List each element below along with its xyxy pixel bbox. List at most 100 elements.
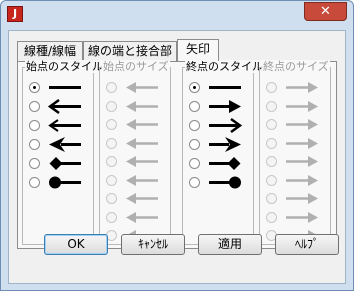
size-3-arrow-icon <box>282 116 322 133</box>
end-style-title: 終点のスタイル <box>185 60 264 73</box>
radio-button <box>266 119 277 130</box>
radio-button[interactable] <box>29 158 40 169</box>
radio-button <box>266 193 277 204</box>
radio-button[interactable] <box>29 177 40 188</box>
arrow-option-end-triangle-arrow[interactable] <box>187 97 251 116</box>
tab-line-type[interactable]: 線種/線幅 <box>17 41 83 61</box>
arrow-option-start-size-3 <box>104 115 168 134</box>
close-button[interactable]: ✕ <box>304 2 347 21</box>
arrow-option-end-stealth-arrow[interactable] <box>187 135 251 154</box>
radio-button <box>266 82 277 93</box>
arrow-option-start-diamond[interactable] <box>27 154 91 173</box>
radio-button[interactable] <box>29 120 40 131</box>
title-bar[interactable]: J ✕ <box>1 1 353 27</box>
round-arrow-icon <box>205 174 245 191</box>
size-5-arrow-icon <box>282 153 322 170</box>
radio-button[interactable] <box>189 177 200 188</box>
none-arrow-icon <box>45 79 85 96</box>
arrow-option-start-size-6 <box>104 171 168 190</box>
radio-button <box>266 156 277 167</box>
size-8-arrow-icon <box>122 209 162 226</box>
arrow-option-end-size-7 <box>264 189 328 208</box>
arrow-option-end-size-6 <box>264 171 328 190</box>
help-button[interactable]: ﾍﾙﾌﾟ <box>275 234 339 255</box>
arrow-option-start-stealth-arrow[interactable] <box>27 135 91 154</box>
arrow-option-end-size-1 <box>264 78 328 97</box>
apply-button[interactable]: 適用 <box>198 234 262 255</box>
tab-line-ends[interactable]: 線の端と接合部 <box>83 41 177 61</box>
dialog-client-area: 線種/線幅 線の端と接合部 矢印 始点のスタイル 始点のサイズ 終点のスタイル … <box>8 30 346 284</box>
radio-button <box>106 211 117 223</box>
arrow-option-start-open-arrow[interactable] <box>27 97 91 116</box>
arrow-option-end-size-2 <box>264 97 328 116</box>
size-6-arrow-icon <box>282 172 322 189</box>
size-1-arrow-icon <box>282 79 322 96</box>
arrow-option-end-open-arrow[interactable] <box>187 116 251 135</box>
arrow-option-end-round[interactable] <box>187 173 251 192</box>
radio-button <box>106 100 117 112</box>
size-4-arrow-icon <box>122 135 162 152</box>
size-2-arrow-icon <box>122 98 162 115</box>
radio-button <box>266 100 277 112</box>
radio-button[interactable] <box>189 82 200 93</box>
arrow-option-start-size-5 <box>104 152 168 171</box>
diamond-arrow-icon <box>205 155 245 172</box>
radio-button[interactable] <box>189 139 200 150</box>
size-1-arrow-icon <box>122 79 162 96</box>
arrow-option-start-thin-arrow[interactable] <box>27 116 91 135</box>
size-8-arrow-icon <box>282 209 322 226</box>
arrow-option-end-diamond[interactable] <box>187 154 251 173</box>
triangle-arrow-arrow-icon <box>205 98 245 115</box>
start-style-title: 始点のスタイル <box>25 60 104 73</box>
radio-button <box>106 119 117 130</box>
size-4-arrow-icon <box>282 135 322 152</box>
diamond-arrow-icon <box>45 155 85 172</box>
radio-button <box>266 211 277 223</box>
app-icon: J <box>7 6 23 22</box>
radio-button <box>106 82 117 93</box>
end-size-group: 終点のサイズ <box>259 60 331 245</box>
radio-button <box>266 174 277 186</box>
start-size-group: 始点のサイズ <box>99 60 171 245</box>
open-arrow-arrow-icon <box>205 117 245 134</box>
open-arrow-arrow-icon <box>45 98 85 115</box>
none-arrow-icon <box>205 79 245 96</box>
tab-arrows[interactable]: 矢印 <box>177 39 219 61</box>
end-style-group: 終点のスタイル <box>182 60 264 245</box>
arrow-option-end-size-8 <box>264 208 328 227</box>
arrow-option-start-size-2 <box>104 97 168 116</box>
size-6-arrow-icon <box>122 172 162 189</box>
size-5-arrow-icon <box>122 153 162 170</box>
size-3-arrow-icon <box>122 116 162 133</box>
radio-button[interactable] <box>29 82 40 93</box>
size-7-arrow-icon <box>122 190 162 207</box>
thin-arrow-arrow-icon <box>45 117 85 134</box>
radio-button[interactable] <box>189 158 200 169</box>
cancel-button[interactable]: ｷｬﾝｾﾙ <box>121 234 185 255</box>
radio-button[interactable] <box>189 101 200 112</box>
arrow-settings-panel: 始点のスタイル 始点のサイズ 終点のスタイル 終点のサイズ <box>17 60 337 249</box>
radio-button <box>106 156 117 167</box>
arrow-option-start-round[interactable] <box>27 173 91 192</box>
radio-button <box>106 193 117 204</box>
radio-button[interactable] <box>29 101 40 112</box>
arrow-option-end-size-5 <box>264 152 328 171</box>
arrow-option-start-size-7 <box>104 189 168 208</box>
radio-button <box>106 137 117 149</box>
end-size-title: 終点のサイズ <box>262 60 330 73</box>
arrow-option-start-size-1 <box>104 78 168 97</box>
arrow-option-start-size-4 <box>104 134 168 153</box>
arrow-option-end-none[interactable] <box>187 78 251 97</box>
radio-button[interactable] <box>29 139 40 150</box>
radio-button[interactable] <box>189 120 200 131</box>
ok-button[interactable]: OK <box>44 234 108 255</box>
arrow-option-end-size-3 <box>264 115 328 134</box>
arrow-option-start-none[interactable] <box>27 78 91 97</box>
arrow-option-start-size-8 <box>104 208 168 227</box>
round-arrow-icon <box>45 174 85 191</box>
start-style-group: 始点のスタイル <box>22 60 104 245</box>
size-7-arrow-icon <box>282 190 322 207</box>
radio-button <box>266 137 277 149</box>
dialog-window: J ✕ 線種/線幅 線の端と接合部 矢印 始点のスタイル 始点のサイズ 終点のス… <box>0 0 354 291</box>
radio-button <box>106 174 117 186</box>
